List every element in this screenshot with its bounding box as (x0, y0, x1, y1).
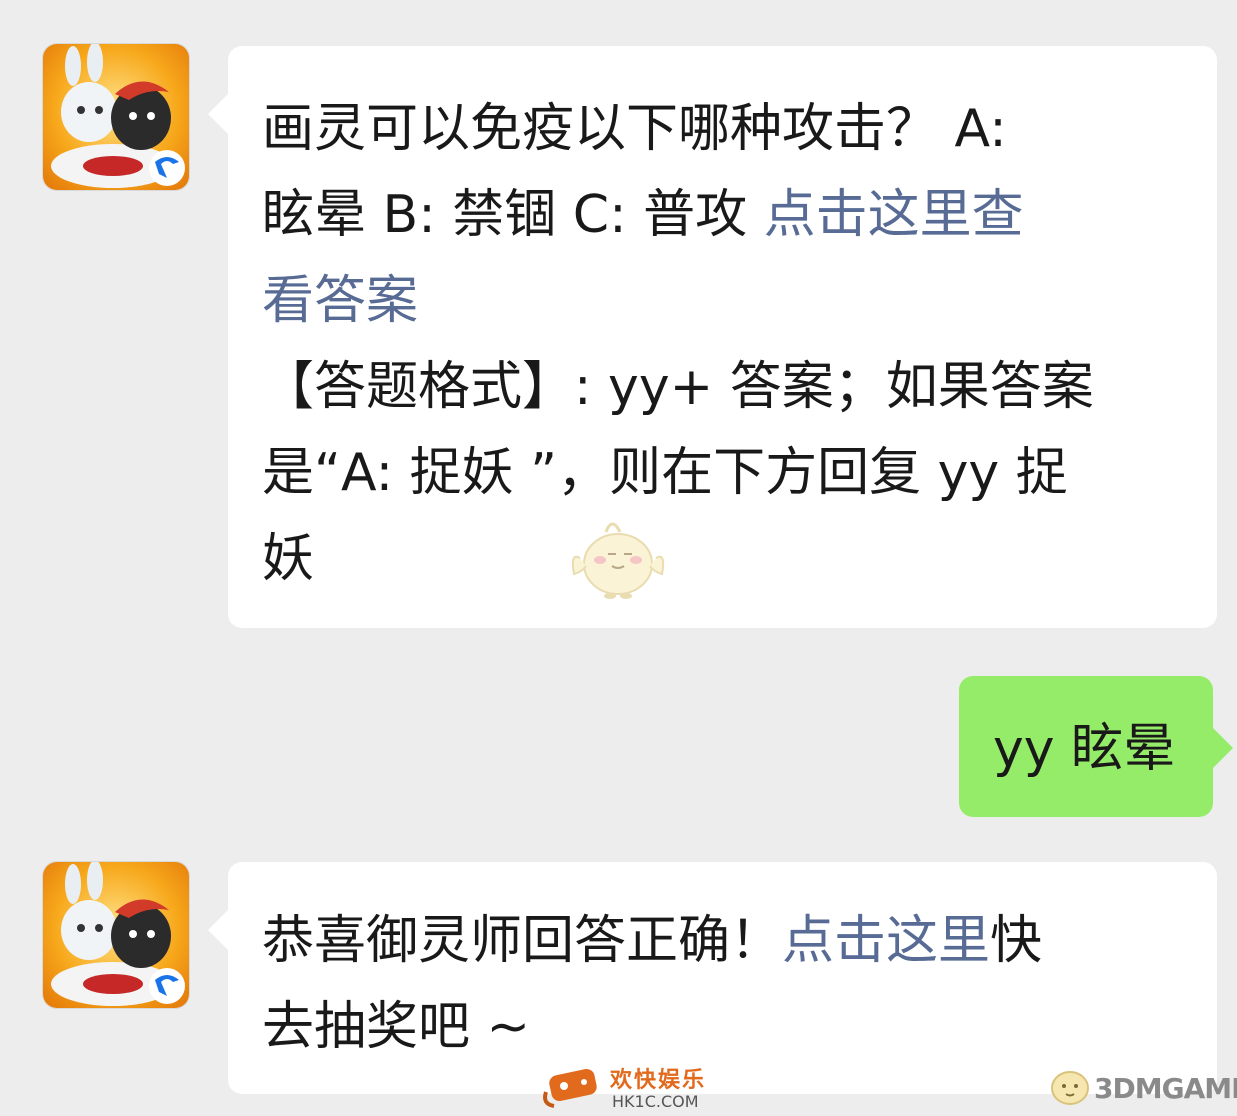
message-line: 眩晕 B: 禁锢 C: 普攻 点击这里查 (262, 172, 1192, 258)
game-avatar-icon (43, 44, 189, 190)
message-line: 妖 (262, 529, 315, 589)
view-answer-link[interactable]: 点击这里查 (764, 185, 1024, 245)
message-line-text: 恭喜御灵师回答正确！ (262, 911, 783, 971)
chick-sticker-icon (571, 522, 665, 599)
outgoing-message-bubble[interactable]: yy 眩晕 (959, 676, 1233, 817)
message-text: 画灵可以免疫以下哪种攻击？ A: 眩晕 B: 禁锢 C: 普攻 点击这里查 看答… (262, 86, 1192, 602)
sender-avatar[interactable] (43, 44, 189, 190)
hk1c-logo-icon (543, 1068, 597, 1108)
message-line: 去抽奖吧 ~ (262, 997, 531, 1057)
view-answer-link-continued[interactable]: 看答案 (262, 271, 418, 331)
hk1c-watermark: 欢快娱乐 HK1C.COM (540, 1056, 710, 1116)
watermark-url: HK1C.COM (612, 1092, 699, 1111)
message-line: 看答案 (262, 258, 1192, 344)
message-line-text: 眩晕 B: 禁锢 C: 普攻 (262, 185, 764, 245)
message-text: yy 眩晕 (993, 719, 1176, 779)
game-avatar-icon (43, 862, 189, 1008)
incoming-message-bubble[interactable]: 恭喜御灵师回答正确！点击这里快 去抽奖吧 ~ (208, 862, 1217, 1094)
3dm-watermark: 3DMGAME (1046, 1062, 1237, 1112)
message-line: 画灵可以免疫以下哪种攻击？ A: (262, 99, 1007, 159)
lottery-link[interactable]: 点击这里 (782, 911, 990, 971)
watermark-text: 3DMGAME (1094, 1072, 1237, 1105)
3dm-logo-icon (1051, 1071, 1089, 1105)
sender-avatar[interactable] (43, 862, 189, 1008)
message-line: 【答题格式】: yy+ 答案；如果答案 (262, 357, 1094, 417)
incoming-message-bubble[interactable]: 画灵可以免疫以下哪种攻击？ A: 眩晕 B: 禁锢 C: 普攻 点击这里查 看答… (208, 46, 1217, 628)
message-text: 恭喜御灵师回答正确！点击这里快 去抽奖吧 ~ (262, 898, 1192, 1070)
message-line-text: 快 (990, 911, 1043, 971)
message-line: 是“A: 捉妖 ”，则在下方回复 yy 捉 (262, 443, 1068, 503)
watermark-text: 欢快娱乐 (610, 1068, 707, 1093)
message-line: 恭喜御灵师回答正确！点击这里快 (262, 898, 1192, 984)
